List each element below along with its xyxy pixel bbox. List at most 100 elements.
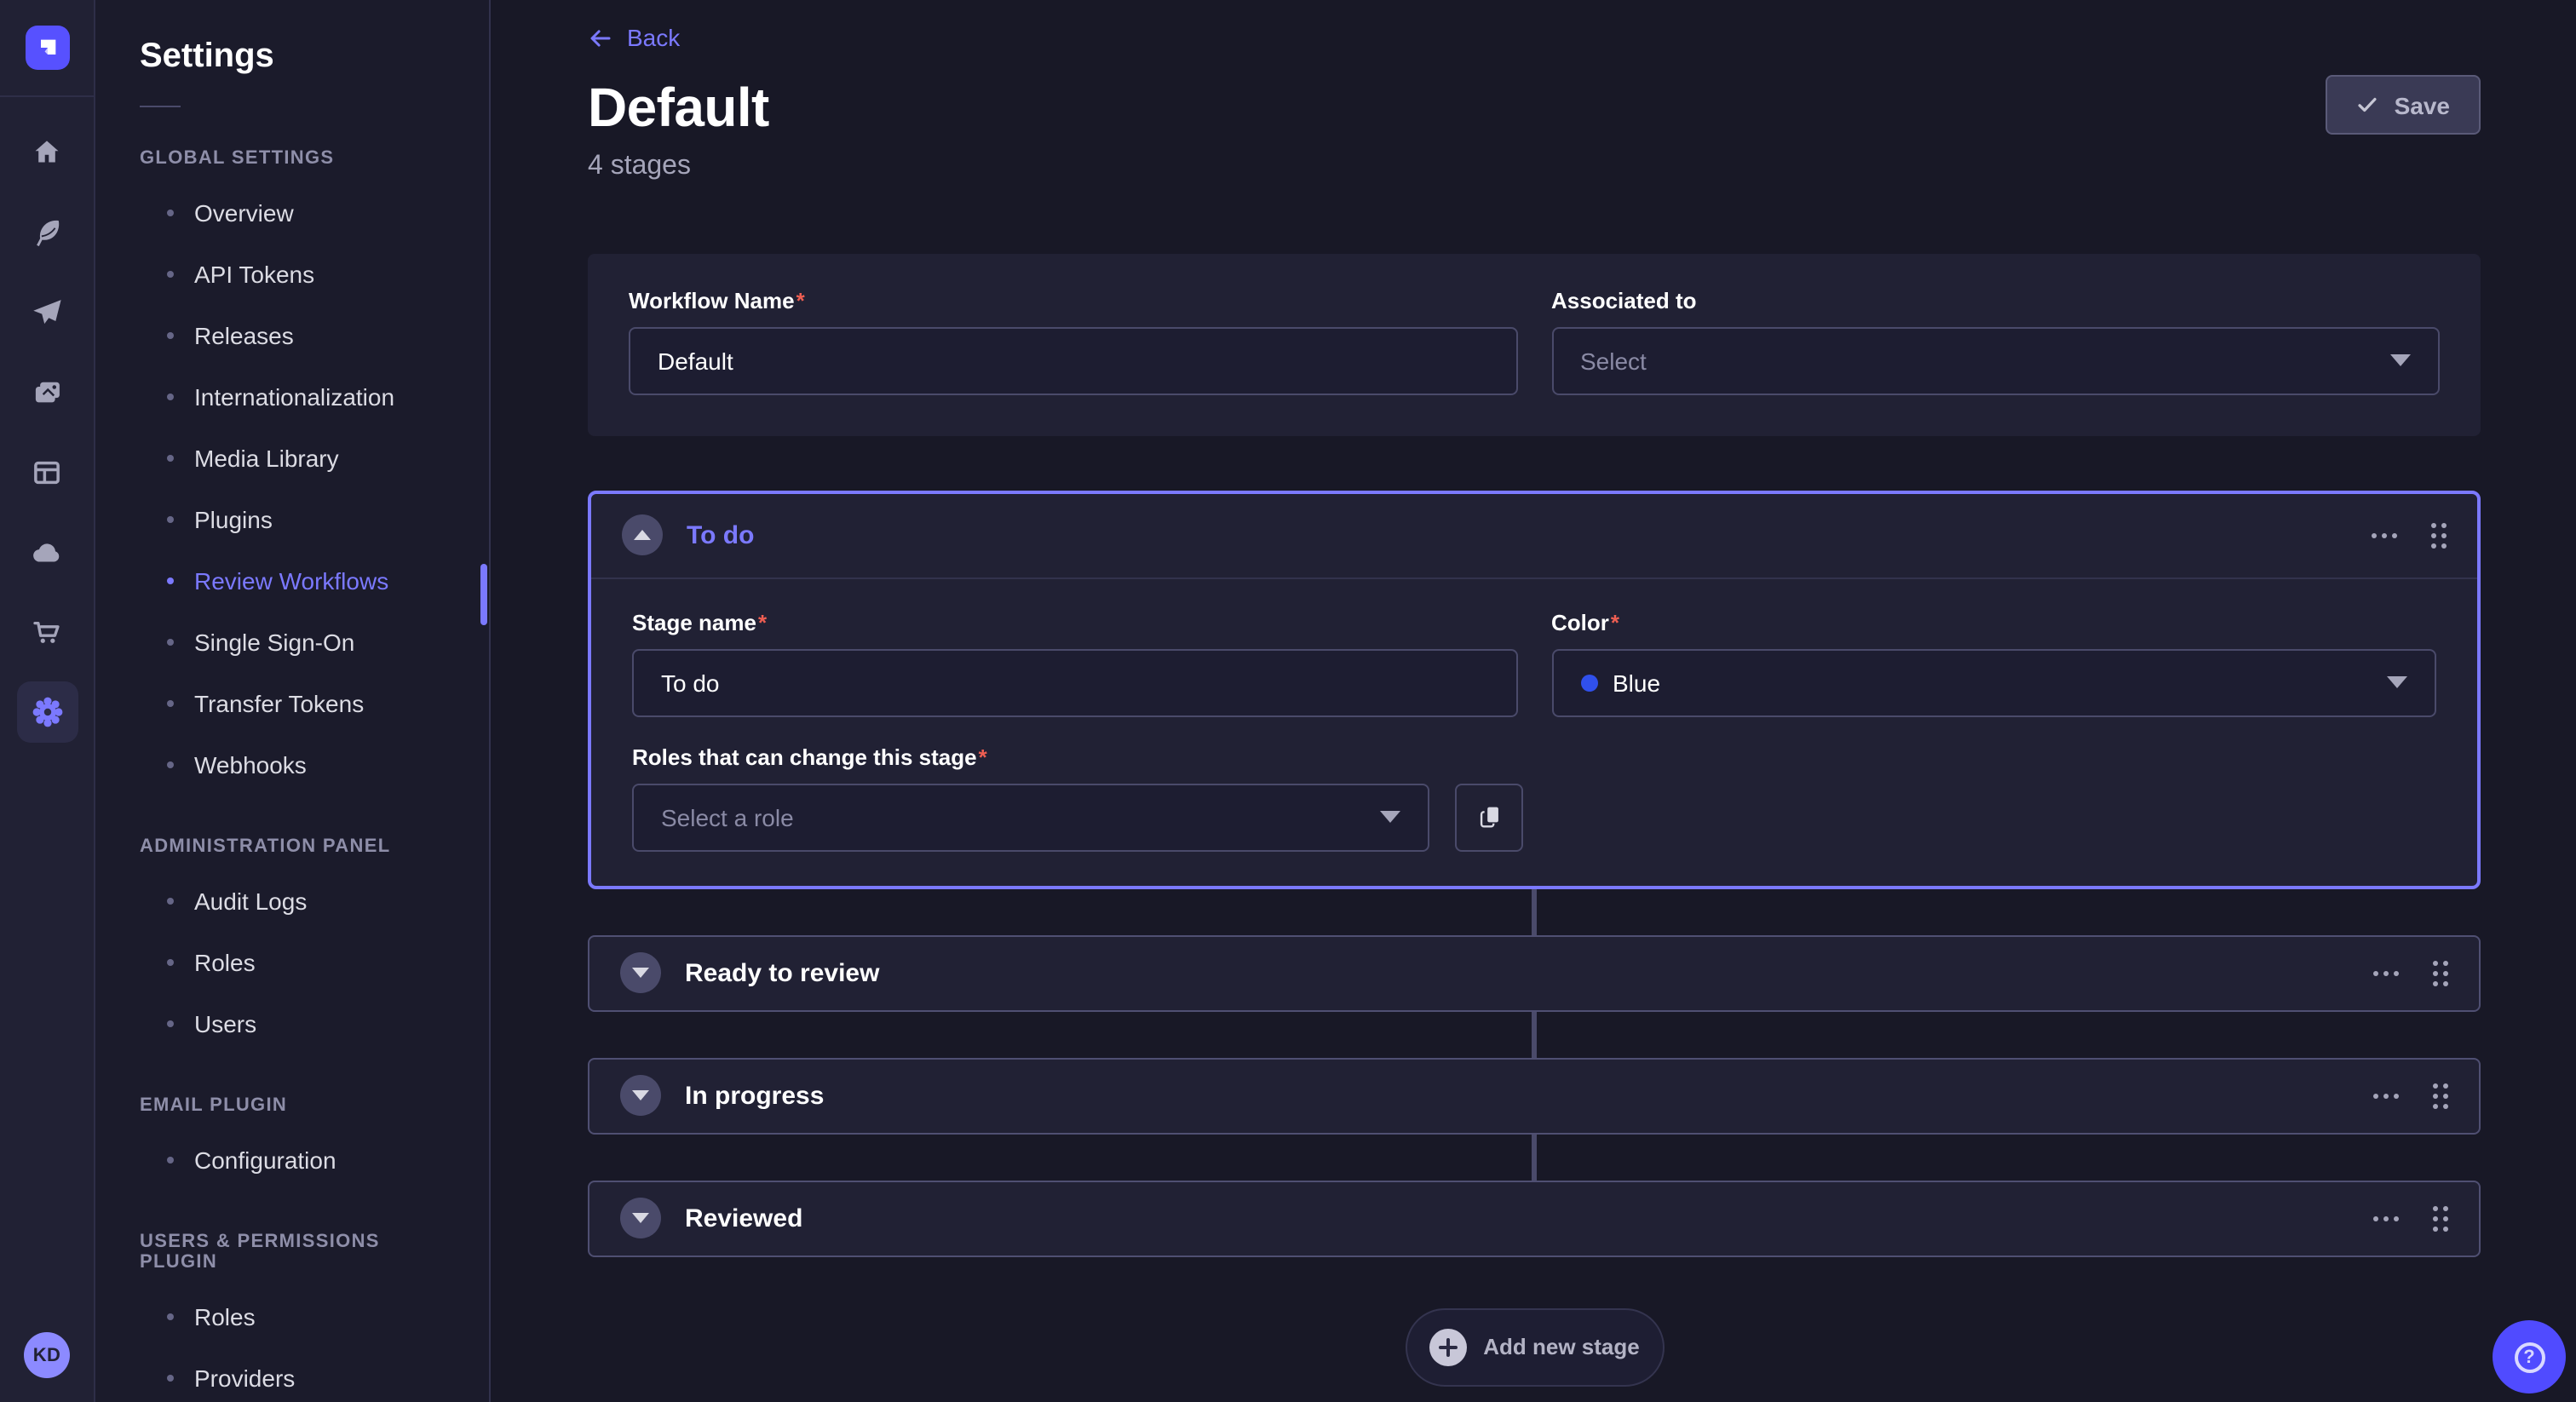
save-button[interactable]: Save [2326, 75, 2481, 135]
bullet-icon [167, 959, 174, 966]
page-title: Default [588, 76, 2481, 139]
drag-handle-icon[interactable] [2433, 1205, 2448, 1231]
sidebar-item-label: Releases [194, 322, 294, 349]
strapi-logo-icon [33, 34, 60, 61]
collapse-stage-button[interactable] [622, 514, 663, 555]
sidebar-item-transfer-tokens[interactable]: Transfer Tokens [167, 673, 462, 734]
stage-name-input[interactable]: To do [632, 648, 1517, 716]
sidebar-item-users[interactable]: Users [167, 993, 462, 1054]
user-avatar[interactable]: KD [24, 1332, 70, 1378]
nav-home-icon[interactable] [16, 121, 78, 182]
stage-card-to-do: To do Stage name* To do Color* Blue [588, 490, 2481, 888]
stage-title: Reviewed [685, 1204, 802, 1232]
sidebar-item-label: Overview [194, 199, 294, 227]
collapsed-stage-list: Ready to review In progress Reviewed [588, 888, 2481, 1256]
sidebar-item-providers[interactable]: Providers [167, 1347, 462, 1402]
back-link[interactable]: Back [588, 24, 680, 51]
bullet-icon [167, 210, 174, 216]
sidebar-item-label: Providers [194, 1365, 295, 1392]
expand-stage-button[interactable] [620, 1075, 661, 1116]
help-button[interactable]: ? [2493, 1320, 2566, 1393]
sidebar-item-single-sign-on[interactable]: Single Sign-On [167, 612, 462, 673]
rail-icon-nav [16, 121, 78, 743]
associated-to-select[interactable]: Select [1551, 326, 2440, 394]
add-new-stage-button[interactable]: Add new stage [1405, 1307, 1664, 1386]
expand-stage-button[interactable] [620, 1198, 661, 1238]
sidebar-item-roles[interactable]: Roles [167, 1286, 462, 1347]
sidebar-item-plugins[interactable]: Plugins [167, 489, 462, 550]
drag-handle-icon[interactable] [2433, 1083, 2448, 1108]
stage-connector-line [1532, 1011, 1537, 1057]
sidebar-item-label: Users [194, 1010, 256, 1037]
sidebar-item-webhooks[interactable]: Webhooks [167, 734, 462, 796]
sidebar-item-roles[interactable]: Roles [167, 932, 462, 993]
strapi-logo[interactable] [25, 26, 69, 70]
associated-to-label: Associated to [1551, 287, 2440, 313]
stage-actions [2373, 1083, 2448, 1108]
stage-actions [2373, 960, 2448, 985]
sidebar-item-configuration[interactable]: Configuration [167, 1129, 462, 1191]
nav-cart-icon[interactable] [16, 601, 78, 663]
main-nav-rail: KD [0, 0, 95, 1402]
stage-card-in-progress[interactable]: In progress [588, 1057, 2481, 1134]
sidebar-item-label: Webhooks [194, 751, 307, 779]
bullet-icon [167, 394, 174, 400]
sidebar-item-label: Audit Logs [194, 888, 307, 915]
required-asterisk: * [758, 609, 767, 635]
bullet-icon [167, 271, 174, 278]
drag-handle-icon[interactable] [2431, 522, 2447, 548]
chevron-down-icon [2390, 354, 2411, 366]
nav-cloud-icon[interactable] [16, 521, 78, 583]
stage-roles-label: Roles that can change this stage* [632, 744, 2436, 769]
back-label: Back [627, 24, 680, 51]
workflow-name-input[interactable]: Default [629, 326, 1517, 394]
bullet-icon [167, 332, 174, 339]
stage-options-menu-icon[interactable] [2372, 526, 2397, 544]
sidebar-item-label: Transfer Tokens [194, 690, 364, 717]
stage-name-field: Stage name* To do [632, 609, 1517, 716]
nav-settings-gear-icon[interactable] [16, 681, 78, 743]
sidebar-item-label: Internationalization [194, 383, 394, 411]
apply-to-all-stages-button[interactable] [1455, 783, 1523, 851]
workflow-name-field: Workflow Name* Default [629, 287, 1517, 394]
stage-options-menu-icon[interactable] [2373, 1086, 2399, 1105]
stage-name-label: Stage name* [632, 609, 1517, 635]
bullet-icon [167, 1375, 174, 1382]
expand-stage-button[interactable] [620, 952, 661, 993]
sidebar-item-label: Review Workflows [194, 567, 388, 595]
check-icon [2357, 94, 2379, 116]
stage-connector-line [1532, 888, 1537, 934]
sidebar-item-audit-logs[interactable]: Audit Logs [167, 871, 462, 932]
stage-color-select[interactable]: Blue [1551, 648, 2436, 716]
nav-feather-icon[interactable] [16, 201, 78, 262]
page-subtitle: 4 stages [588, 151, 2481, 181]
stage-color-label: Color* [1551, 609, 2436, 635]
subnav-scrollbar-thumb[interactable] [480, 564, 487, 625]
nav-paper-plane-icon[interactable] [16, 281, 78, 342]
stage-title: To do [687, 520, 754, 549]
sidebar-item-overview[interactable]: Overview [167, 182, 462, 244]
bullet-icon [167, 577, 174, 584]
stage-card-reviewed[interactable]: Reviewed [588, 1180, 2481, 1256]
sidebar-item-internationalization[interactable]: Internationalization [167, 366, 462, 428]
bullet-icon [167, 761, 174, 768]
stage-options-menu-icon[interactable] [2373, 963, 2399, 982]
sidebar-item-label: API Tokens [194, 261, 314, 288]
stage-body: Stage name* To do Color* Blue Roles that… [591, 578, 2477, 885]
sidebar-item-api-tokens[interactable]: API Tokens [167, 244, 462, 305]
nav-media-pictures-icon[interactable] [16, 361, 78, 422]
nav-layout-icon[interactable] [16, 441, 78, 503]
stage-options-menu-icon[interactable] [2373, 1209, 2399, 1227]
workflow-edit-page: Back Default 4 stages Save Workflow Name… [491, 0, 2576, 1402]
sidebar-item-review-workflows[interactable]: Review Workflows [167, 550, 462, 612]
drag-handle-icon[interactable] [2433, 960, 2448, 985]
stage-roles-select[interactable]: Select a role [632, 783, 1429, 851]
stage-header[interactable]: To do [591, 493, 2477, 578]
sidebar-item-label: Media Library [194, 445, 339, 472]
stage-card-ready-to-review[interactable]: Ready to review [588, 934, 2481, 1011]
add-new-stage-label: Add new stage [1483, 1334, 1640, 1359]
sidebar-item-media-library[interactable]: Media Library [167, 428, 462, 489]
sidebar-item-releases[interactable]: Releases [167, 305, 462, 366]
bullet-icon [167, 455, 174, 462]
bullet-icon [167, 898, 174, 905]
